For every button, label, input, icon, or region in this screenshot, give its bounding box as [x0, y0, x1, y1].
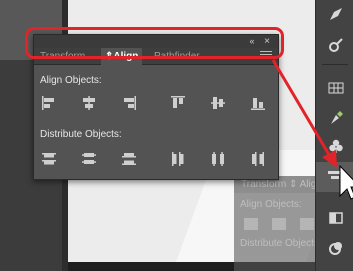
symbols-icon[interactable]: [328, 37, 344, 53]
horizontal-distribute-center-icon[interactable]: [210, 151, 226, 167]
horizontal-distribute-right-icon[interactable]: [250, 151, 266, 167]
vertical-align-bottom-icon[interactable]: [250, 95, 266, 111]
vertical-distribute-center-icon[interactable]: [81, 151, 97, 167]
panel-dock-strip: [315, 0, 353, 271]
vertical-distribute-top-icon[interactable]: [41, 151, 57, 167]
swatches-grid-icon[interactable]: [328, 80, 344, 96]
horizontal-align-left-icon[interactable]: [41, 95, 57, 111]
vertical-align-center-icon[interactable]: [210, 95, 226, 111]
horizontal-distribute-left-icon[interactable]: [170, 151, 186, 167]
vertical-distribute-bottom-icon[interactable]: [121, 151, 137, 167]
align-panel-icon[interactable]: [316, 162, 353, 192]
appearance-icon[interactable]: [328, 240, 344, 256]
brushes-icon[interactable]: [328, 110, 344, 126]
align-objects-label: Align Objects:: [40, 75, 102, 86]
horizontal-align-right-icon[interactable]: [121, 95, 137, 111]
annotation-highlight-box: [25, 27, 284, 59]
vertical-align-top-icon[interactable]: [170, 95, 186, 111]
layers-icon[interactable]: [328, 210, 344, 226]
horizontal-align-center-icon[interactable]: [81, 95, 97, 111]
dock-separator: [322, 64, 348, 65]
paintbrush-icon[interactable]: [328, 6, 344, 22]
clover-symbols-icon[interactable]: [328, 138, 344, 154]
distribute-objects-label: Distribute Objects:: [40, 129, 122, 140]
